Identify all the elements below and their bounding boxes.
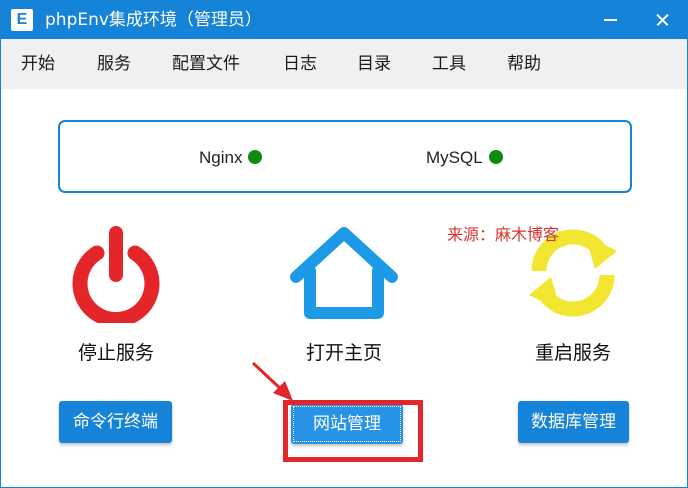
service-name: MySQL [426, 148, 483, 167]
menu-bar: 开始 服务 配置文件 日志 目录 工具 帮助 [1, 39, 687, 89]
window-title: phpEnv集成环境（管理员） [45, 10, 262, 30]
annotation-arrow-icon [249, 359, 299, 411]
menu-item-services[interactable]: 服务 [97, 53, 131, 75]
menu-item-tools[interactable]: 工具 [432, 53, 466, 75]
service-name: Nginx [199, 148, 243, 167]
terminal-button[interactable]: 命令行终端 [59, 401, 172, 443]
restart-service-label[interactable]: 重启服务 [503, 341, 643, 365]
menu-item-directory[interactable]: 目录 [357, 53, 391, 75]
menu-item-logs[interactable]: 日志 [283, 53, 317, 75]
service-mysql: MySQL [426, 148, 503, 168]
app-window: E phpEnv集成环境（管理员） 开始 服务 配置文件 日志 目录 工具 帮助… [0, 0, 688, 488]
stop-service-label[interactable]: 停止服务 [46, 341, 186, 365]
status-dot-icon [248, 150, 263, 164]
menu-item-config-files[interactable]: 配置文件 [172, 53, 240, 75]
title-bar[interactable]: E phpEnv集成环境（管理员） [1, 1, 687, 39]
service-nginx: Nginx [199, 148, 263, 168]
menu-item-start[interactable]: 开始 [21, 53, 55, 75]
service-status-panel: Nginx MySQL [58, 120, 632, 193]
status-dot-icon [488, 150, 503, 164]
app-logo-icon: E [11, 9, 33, 31]
menu-item-help[interactable]: 帮助 [507, 53, 541, 75]
minimize-icon[interactable] [589, 1, 633, 39]
annotation-highlight-box [283, 400, 423, 462]
home-icon[interactable] [288, 225, 400, 325]
watermark-text: 来源：麻木博客 [447, 225, 560, 244]
database-management-button[interactable]: 数据库管理 [518, 401, 629, 443]
close-icon[interactable] [641, 1, 685, 39]
power-icon[interactable] [69, 225, 163, 328]
